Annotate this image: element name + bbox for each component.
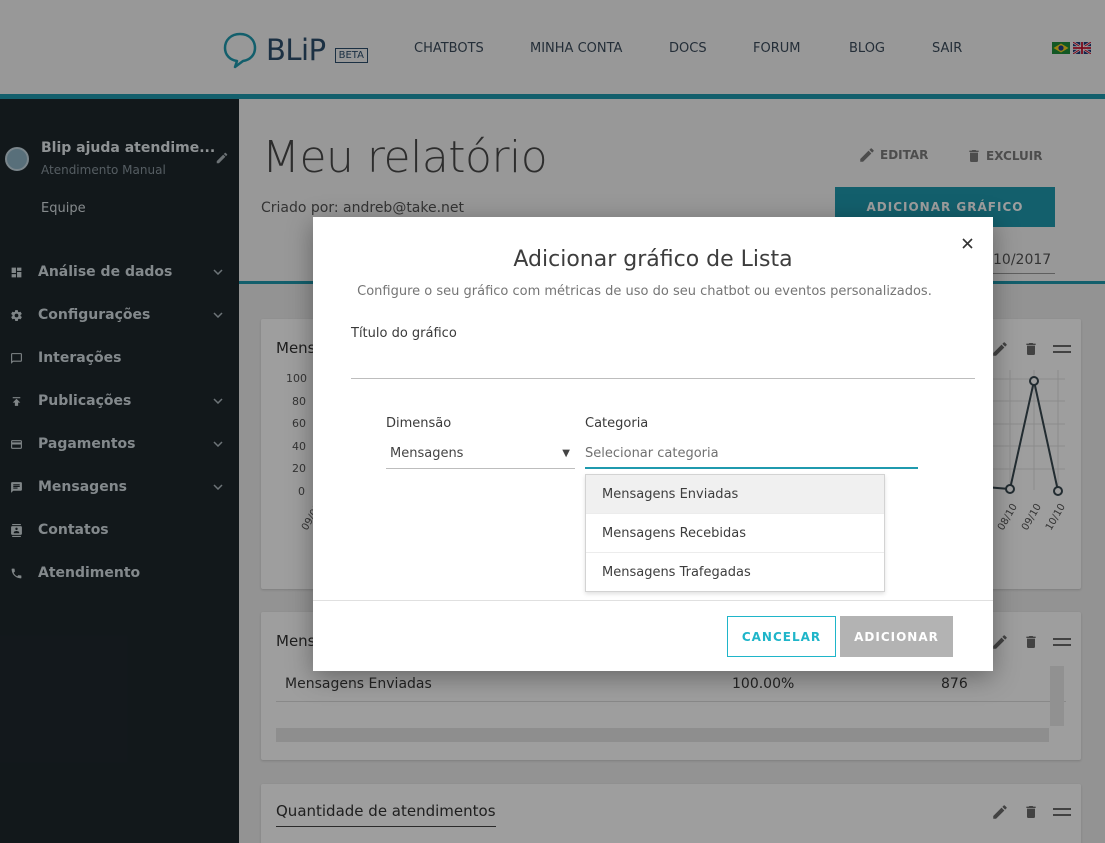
category-option[interactable]: Mensagens Enviadas — [586, 475, 884, 514]
dialog-title: Adicionar gráfico de Lista — [513, 247, 793, 272]
category-option[interactable]: Mensagens Trafegadas — [586, 553, 884, 592]
dimension-select[interactable]: Mensagens ▼ — [386, 439, 575, 469]
chart-title-input[interactable] — [351, 347, 975, 379]
category-input[interactable] — [585, 439, 918, 469]
add-list-chart-dialog: Adicionar gráfico de Lista Configure o s… — [313, 217, 993, 671]
dialog-subtitle: Configure o seu gráfico com métricas de … — [357, 284, 932, 299]
dimension-value: Mensagens — [390, 446, 464, 461]
dialog-divider — [313, 600, 993, 601]
category-option[interactable]: Mensagens Recebidas — [586, 514, 884, 553]
add-button[interactable]: ADICIONAR — [840, 616, 953, 657]
cancel-button[interactable]: CANCELAR — [727, 616, 836, 657]
dropdown-arrow-icon: ▼ — [562, 448, 570, 459]
dimension-label: Dimensão — [386, 416, 452, 431]
category-dropdown: Mensagens Enviadas Mensagens Recebidas M… — [585, 474, 885, 592]
category-label: Categoria — [585, 416, 649, 431]
chart-title-label: Título do gráfico — [351, 326, 457, 341]
